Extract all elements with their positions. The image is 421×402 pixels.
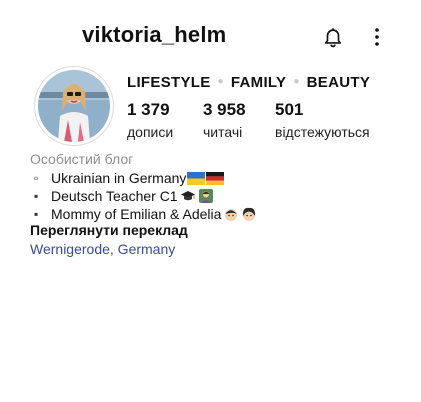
category-label: BEAUTY [306, 74, 371, 91]
bullet-icon: ▫ [34, 171, 39, 185]
bio-line: ▪ Deutsch Teacher C1 [30, 187, 257, 205]
location-link[interactable]: Wernigerode, Germany [30, 241, 175, 257]
bio-line: ▪ Mommy of Emilian & Adelia [30, 205, 257, 223]
stat-posts-count: 1 379 [127, 100, 170, 119]
bullet-icon: ▪ [34, 207, 39, 221]
notifications-button[interactable] [320, 24, 346, 50]
graduation-cap-icon [180, 191, 195, 201]
profile-username: viktoria_helm [82, 22, 227, 47]
avatar-photo [38, 70, 110, 142]
stat-following-label: відстежуються [275, 124, 370, 140]
see-translation-link[interactable]: Переглянути переклад [30, 222, 188, 238]
bullet-icon: ▪ [34, 189, 39, 203]
category-separator: ● [217, 76, 224, 87]
bio-text: ▫ Ukrainian in Germany ▪ Deutsch Teacher… [30, 169, 257, 223]
stat-posts[interactable]: 1 379 дописи [127, 100, 173, 140]
category-separator: ● [293, 76, 300, 87]
germany-flag-icon [206, 171, 225, 185]
category-label: LIFESTYLE [127, 74, 211, 91]
stat-followers[interactable]: 3 958 читачі [203, 100, 246, 140]
bio-line-text: Ukrainian in Germany [51, 170, 187, 186]
teacher-icon [198, 189, 213, 203]
ukraine-flag-icon [187, 171, 206, 185]
bio-line-text: Deutsch Teacher C1 [51, 188, 178, 204]
bio-line: ▫ Ukrainian in Germany [30, 169, 257, 187]
stat-following-count: 501 [275, 100, 304, 119]
avatar[interactable] [34, 66, 114, 146]
stat-posts-label: дописи [127, 124, 174, 140]
bio-category: Особистий блог [30, 151, 134, 167]
profile-categories: LIFESTYLE ● FAMILY ● BEAUTY [127, 74, 370, 91]
girl-icon [243, 207, 256, 221]
stat-followers-count: 3 958 [203, 100, 246, 119]
more-vertical-icon [375, 28, 379, 46]
bell-icon [324, 28, 342, 48]
bio-line-text: Mommy of Emilian & Adelia [51, 206, 222, 222]
more-options-button[interactable] [366, 24, 388, 50]
category-label: FAMILY [230, 74, 287, 91]
stat-following[interactable]: 501 відстежуються [275, 100, 370, 140]
boy-icon [225, 209, 238, 221]
stat-followers-label: читачі [203, 124, 243, 140]
